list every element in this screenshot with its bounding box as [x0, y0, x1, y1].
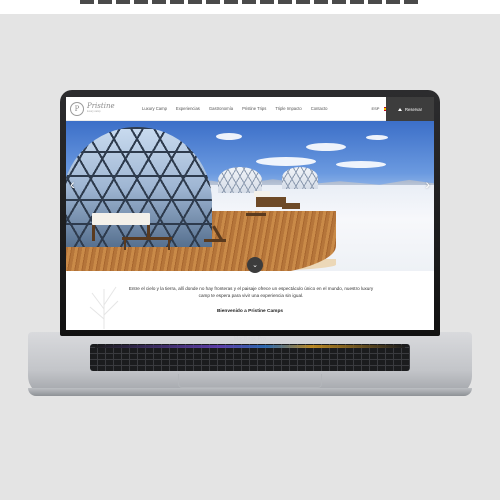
laptop-base-front [28, 388, 472, 396]
table-leg [124, 240, 126, 250]
nav-pristine-trips[interactable]: Pristine Trips [242, 106, 266, 111]
dome-tent-main [66, 127, 212, 247]
scroll-down-button[interactable]: ⌄ [247, 257, 263, 273]
chevron-left-icon[interactable]: ‹ [70, 177, 75, 191]
nav-contacto[interactable]: Contacto [311, 106, 328, 111]
dome-tent [218, 167, 262, 193]
sofa-leg [92, 225, 95, 241]
reserve-label: Reservar [405, 106, 422, 112]
table-leg [168, 240, 170, 250]
chair-cushion [254, 191, 270, 197]
cropped-banner-text [80, 0, 420, 4]
chair [246, 213, 266, 216]
site-logo[interactable]: P Pristine luxury camp [66, 97, 120, 121]
hero-slider: ‹ › [66, 121, 434, 271]
reserve-button[interactable]: Reservar [386, 97, 434, 121]
dome-tent [282, 167, 318, 189]
language-label: ESP [371, 106, 380, 111]
keyboard [90, 344, 410, 371]
nav-triple-impacto[interactable]: Triple Impacto [275, 106, 301, 111]
nav-gastronomia[interactable]: Gastronomía [209, 106, 233, 111]
table [122, 237, 172, 240]
lounge-chair [204, 239, 226, 242]
up-arrow-icon [398, 107, 402, 111]
device-model-label: MacBook Pro [233, 336, 267, 342]
intro-text: Entre el cielo y la tierra, allí donde n… [128, 286, 374, 298]
laptop-screen: P Pristine luxury camp Luxury Camp Exper… [66, 97, 434, 330]
circle-logo-icon: P [70, 101, 84, 116]
cloud [366, 135, 388, 140]
logo-text: Pristine luxury camp [87, 103, 115, 114]
nav-luxury-camp[interactable]: Luxury Camp [142, 106, 167, 111]
top-banner-strip [0, 0, 500, 14]
trackpad [178, 374, 322, 388]
chevron-right-icon[interactable]: › [425, 177, 430, 191]
touch-bar [95, 345, 405, 348]
cloud [256, 157, 316, 166]
cloud [216, 133, 242, 140]
cloud [336, 161, 386, 168]
main-nav: Luxury Camp Experiencias Gastronomía Pri… [142, 106, 327, 111]
chevron-down-icon: ⌄ [252, 262, 258, 269]
nav-experiencias[interactable]: Experiencias [176, 106, 200, 111]
site-header: P Pristine luxury camp Luxury Camp Exper… [66, 97, 434, 121]
logo-tagline: luxury camp [87, 110, 101, 114]
cloud [306, 143, 346, 151]
plant-decoration [89, 286, 119, 329]
intro-section: Entre el cielo y la tierra, allí donde n… [66, 271, 434, 330]
table [282, 203, 300, 209]
logo-name: Pristine [87, 102, 115, 111]
welcome-heading: Bienvenido a Pristine Camps [216, 309, 284, 314]
sofa [92, 213, 150, 225]
